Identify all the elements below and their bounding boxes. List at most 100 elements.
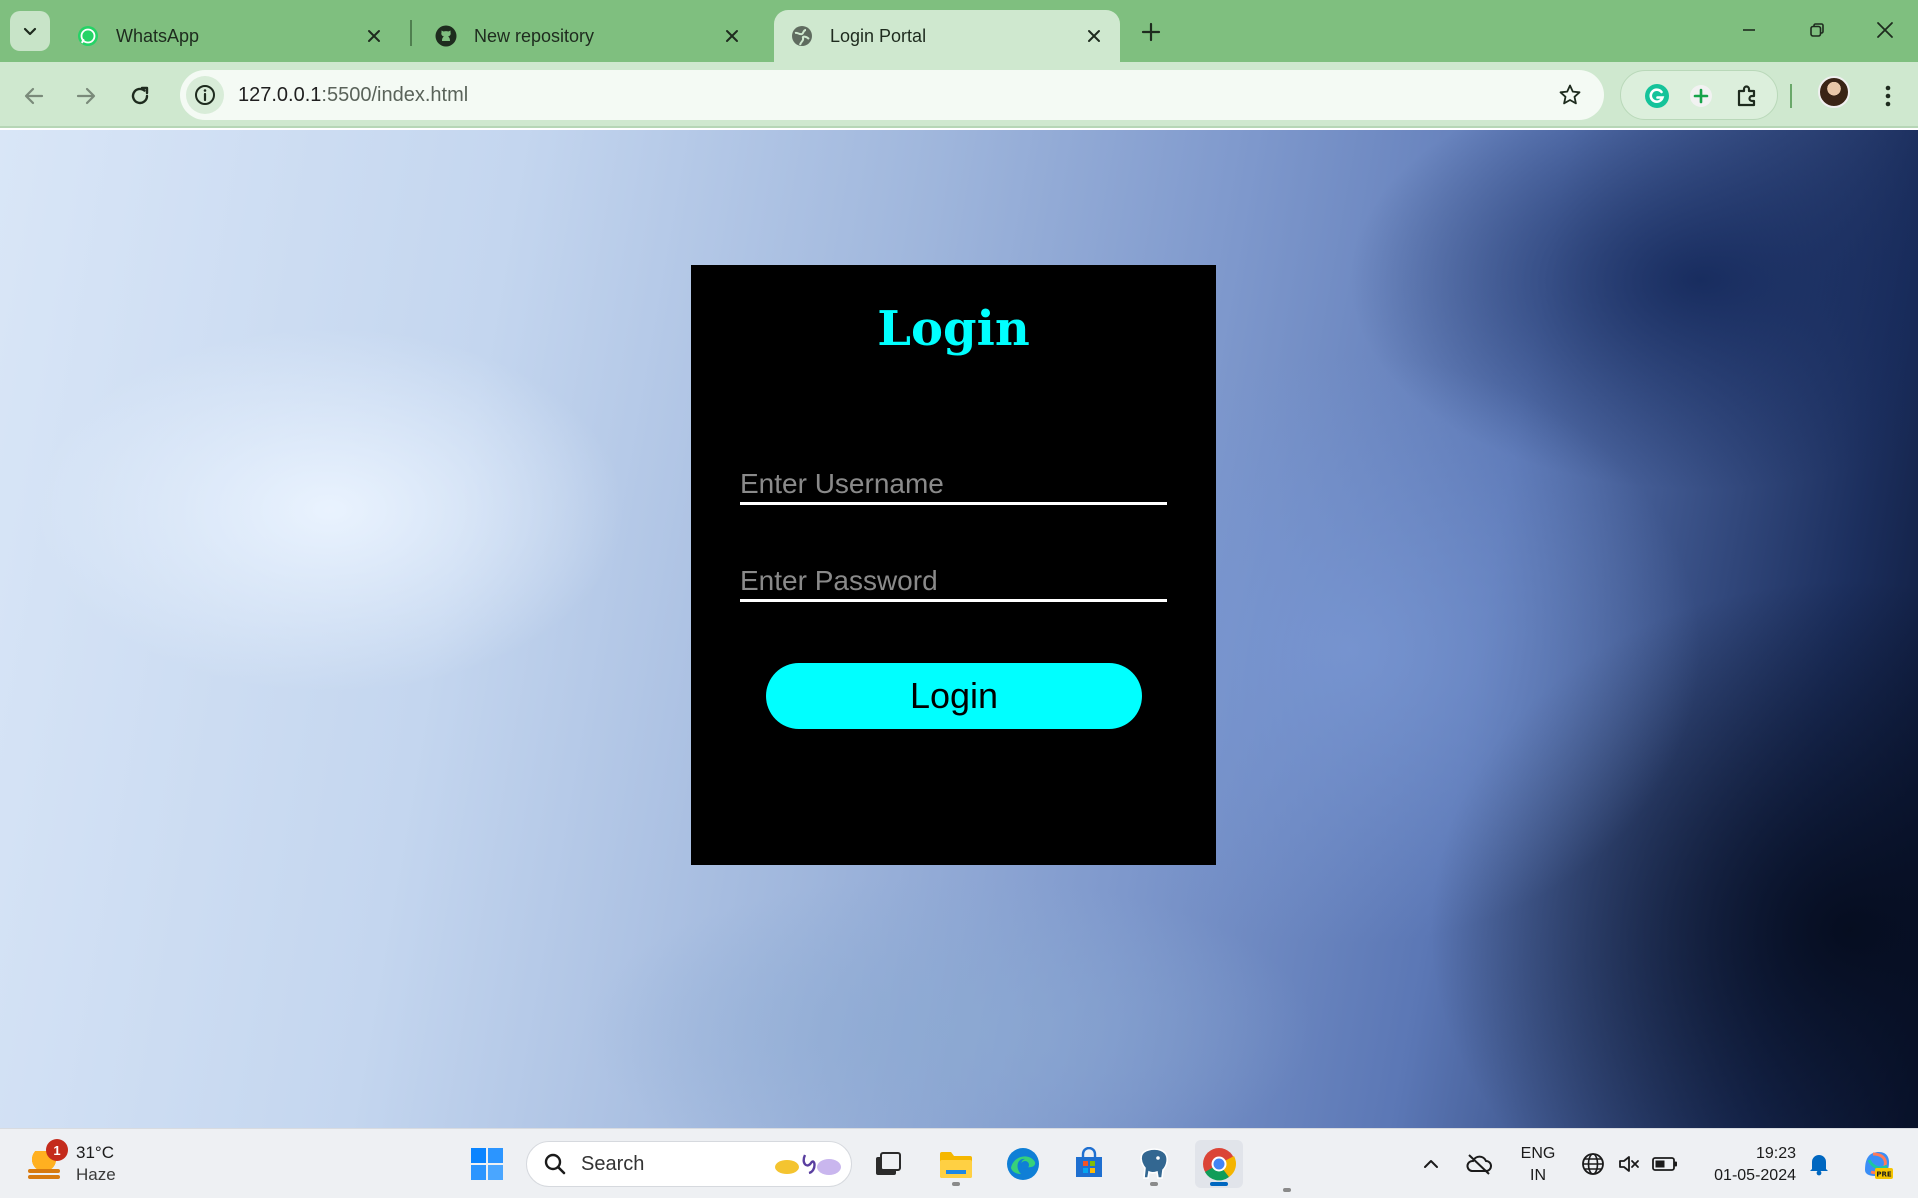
add-extension-button[interactable] <box>1683 78 1719 114</box>
forward-button[interactable] <box>68 78 104 114</box>
volume-muted-icon <box>1619 1156 1639 1172</box>
chevron-down-icon <box>23 27 37 36</box>
login-card: Login Login <box>691 265 1216 865</box>
clock-time: 19:23 <box>1755 1145 1796 1162</box>
search-highlight-icon <box>773 1149 843 1179</box>
github-icon <box>434 24 458 48</box>
new-tab-button[interactable] <box>1133 14 1169 50</box>
svg-text:PRE: PRE <box>1876 1171 1892 1179</box>
chrome-icon <box>1203 1148 1237 1181</box>
password-input[interactable] <box>740 556 1167 599</box>
tab-title: WhatsApp <box>116 25 200 46</box>
running-indicator <box>952 1182 960 1186</box>
chevron-up-icon <box>1424 1160 1438 1168</box>
browser-tab-strip: WhatsApp New repository Login Portal <box>0 0 1918 62</box>
puzzle-icon <box>1737 85 1756 107</box>
search-label: Search <box>581 1152 645 1175</box>
show-hidden-icons-button[interactable] <box>1416 1149 1446 1179</box>
bell-icon <box>1810 1155 1828 1176</box>
close-icon[interactable] <box>718 22 746 50</box>
close-icon <box>1877 22 1893 38</box>
arrow-left-icon <box>24 87 44 105</box>
store-icon <box>1076 1147 1102 1177</box>
clock-date: 01-05-2024 <box>1714 1167 1796 1184</box>
copilot-button[interactable]: PRE <box>1858 1145 1896 1183</box>
chrome-button[interactable] <box>1195 1140 1243 1188</box>
onedrive-button[interactable] <box>1464 1149 1494 1179</box>
password-field <box>740 556 1167 602</box>
edge-icon <box>1007 1148 1039 1180</box>
whatsapp-icon <box>76 24 100 48</box>
postgresql-elephant-icon <box>1140 1148 1168 1179</box>
url-host: 127.0.0.1 <box>238 83 322 106</box>
running-indicator <box>1283 1188 1291 1192</box>
tab-separator <box>410 20 412 46</box>
page-viewport: Login Login <box>0 130 1918 1128</box>
edge-button[interactable] <box>999 1140 1047 1188</box>
input-language-indicator[interactable]: ENG IN <box>1518 1143 1558 1187</box>
taskbar-search[interactable]: Search <box>526 1141 852 1187</box>
grammarly-icon <box>1645 84 1669 108</box>
windows-logo-icon <box>471 1148 503 1180</box>
weather-widget[interactable]: 1 31°C Haze <box>26 1139 146 1189</box>
login-button[interactable]: Login <box>766 663 1142 729</box>
toolbar-divider <box>1790 84 1792 108</box>
region-code: IN <box>1530 1167 1546 1184</box>
site-info-button[interactable] <box>186 76 224 114</box>
active-indicator <box>1210 1182 1228 1186</box>
tab-search-button[interactable] <box>10 11 50 51</box>
copilot-icon: PRE <box>1865 1152 1893 1179</box>
microsoft-store-button[interactable] <box>1065 1140 1113 1188</box>
back-button[interactable] <box>16 78 52 114</box>
volume-button[interactable] <box>1614 1149 1644 1179</box>
weather-temperature: 31°C <box>76 1143 114 1162</box>
login-heading: Login <box>877 301 1030 357</box>
reload-icon <box>131 86 149 105</box>
windows-taskbar: 1 31°C Haze Search ENG IN 19:23 01-05-20… <box>0 1128 1918 1198</box>
username-input[interactable] <box>740 459 1167 502</box>
start-button[interactable] <box>463 1140 511 1188</box>
task-view-button[interactable] <box>864 1140 912 1188</box>
minimize-icon <box>1743 29 1755 31</box>
tab-title: New repository <box>474 25 595 46</box>
globe-network-icon <box>1582 1153 1604 1175</box>
close-icon[interactable] <box>1080 22 1108 50</box>
address-bar[interactable]: 127.0.0.1:5500/index.html <box>180 70 1604 120</box>
network-button[interactable] <box>1578 1149 1608 1179</box>
tab-new-repository[interactable]: New repository <box>418 10 758 62</box>
browser-menu-button[interactable] <box>1872 78 1904 114</box>
battery-icon <box>1652 1157 1677 1171</box>
running-indicator <box>1150 1182 1158 1186</box>
star-icon <box>1559 84 1581 105</box>
pgadmin-button[interactable] <box>1130 1140 1178 1188</box>
restore-button[interactable] <box>1794 10 1840 50</box>
system-clock[interactable]: 19:23 01-05-2024 <box>1700 1143 1796 1187</box>
language-code: ENG <box>1520 1145 1556 1162</box>
tab-whatsapp[interactable]: WhatsApp <box>60 10 400 62</box>
browser-toolbar: 127.0.0.1:5500/index.html <box>0 62 1918 128</box>
url-text[interactable]: 127.0.0.1:5500/index.html <box>238 84 1552 107</box>
plus-icon <box>1690 85 1712 107</box>
extensions-group <box>1620 70 1778 120</box>
arrow-right-icon <box>76 87 96 105</box>
username-field <box>740 459 1167 505</box>
search-icon <box>543 1152 567 1176</box>
info-icon <box>195 85 215 105</box>
plus-icon <box>1141 22 1161 42</box>
grammarly-extension-button[interactable] <box>1639 78 1675 114</box>
close-window-button[interactable] <box>1862 10 1908 50</box>
file-explorer-button[interactable] <box>932 1140 980 1188</box>
restore-icon <box>1810 23 1824 37</box>
notifications-button[interactable] <box>1804 1149 1834 1179</box>
tab-login-portal[interactable]: Login Portal <box>774 10 1120 62</box>
close-icon[interactable] <box>360 22 388 50</box>
weather-condition: Haze <box>76 1165 116 1184</box>
profile-avatar[interactable] <box>1818 76 1850 108</box>
bookmark-star-button[interactable] <box>1552 77 1588 113</box>
notification-badge: 1 <box>46 1139 68 1161</box>
minimize-button[interactable] <box>1726 10 1772 50</box>
battery-button[interactable] <box>1650 1149 1680 1179</box>
extensions-menu-button[interactable] <box>1729 78 1765 114</box>
reload-button[interactable] <box>122 78 158 114</box>
task-view-icon <box>876 1152 901 1175</box>
